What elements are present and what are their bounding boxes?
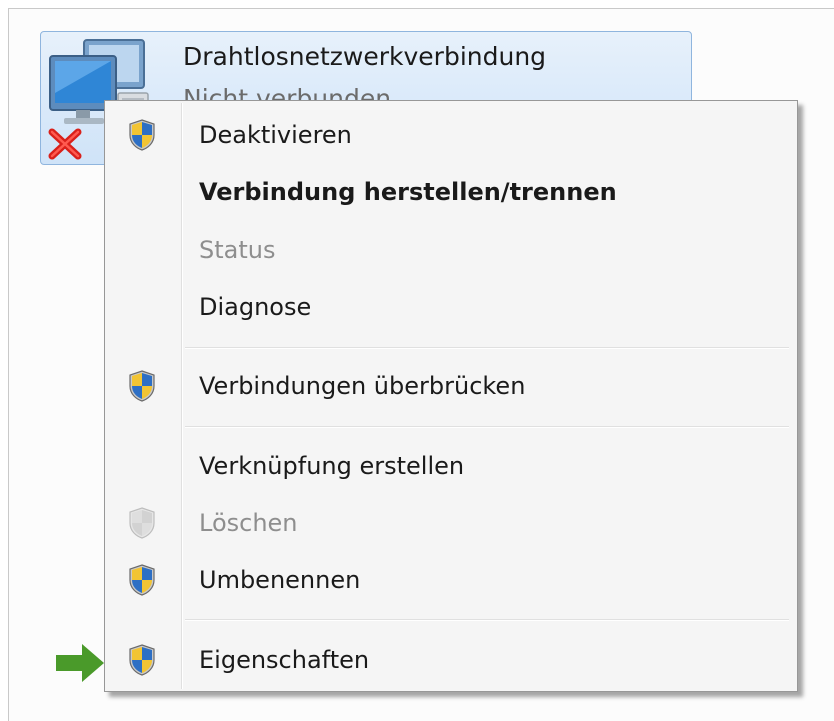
menu-item-label: Verbindung herstellen/trennen <box>199 178 617 206</box>
uac-shield-icon <box>129 119 155 151</box>
menu-item-label: Verbindungen überbrücken <box>199 372 526 400</box>
menu-item-label: Eigenschaften <box>199 646 370 674</box>
red-x-icon <box>48 128 82 160</box>
menu-item-eigenschaften[interactable]: Eigenschaften <box>107 635 795 685</box>
menu-item-label: Umbenennen <box>199 566 361 594</box>
menu-item-umbenennen[interactable]: Umbenennen <box>107 555 795 605</box>
uac-shield-disabled-icon <box>129 507 155 539</box>
green-arrow-icon <box>56 644 104 682</box>
menu-item-label: Diagnose <box>199 293 312 321</box>
menu-item-verknuepfung-erstellen[interactable]: Verknüpfung erstellen <box>107 441 795 491</box>
menu-item-status[interactable]: Status <box>107 225 795 275</box>
uac-shield-icon <box>129 644 155 676</box>
uac-shield-icon <box>129 370 155 402</box>
menu-item-label: Deaktivieren <box>199 121 352 149</box>
menu-item-label: Verknüpfung erstellen <box>199 452 465 480</box>
green-arrow-shape <box>56 644 104 682</box>
menu-item-deaktivieren[interactable]: Deaktivieren <box>107 110 795 160</box>
menu-separator <box>185 347 789 349</box>
menu-item-diagnose[interactable]: Diagnose <box>107 282 795 332</box>
menu-item-label: Löschen <box>199 509 298 537</box>
menu-item-label: Status <box>199 236 276 264</box>
menu-item-verbindung-herstellen-trennen[interactable]: Verbindung herstellen/trennen <box>107 167 795 217</box>
connection-name: Drahtlosnetzwerkverbindung <box>183 42 547 71</box>
menu-item-verbindungen-ueberbruecken[interactable]: Verbindungen überbrücken <box>107 361 795 411</box>
uac-shield-icon <box>129 564 155 596</box>
context-menu: Deaktivieren Verbindung herstellen/trenn… <box>104 100 798 692</box>
menu-item-loeschen[interactable]: Löschen <box>107 498 795 548</box>
menu-separator <box>185 619 789 621</box>
menu-separator <box>185 426 789 428</box>
